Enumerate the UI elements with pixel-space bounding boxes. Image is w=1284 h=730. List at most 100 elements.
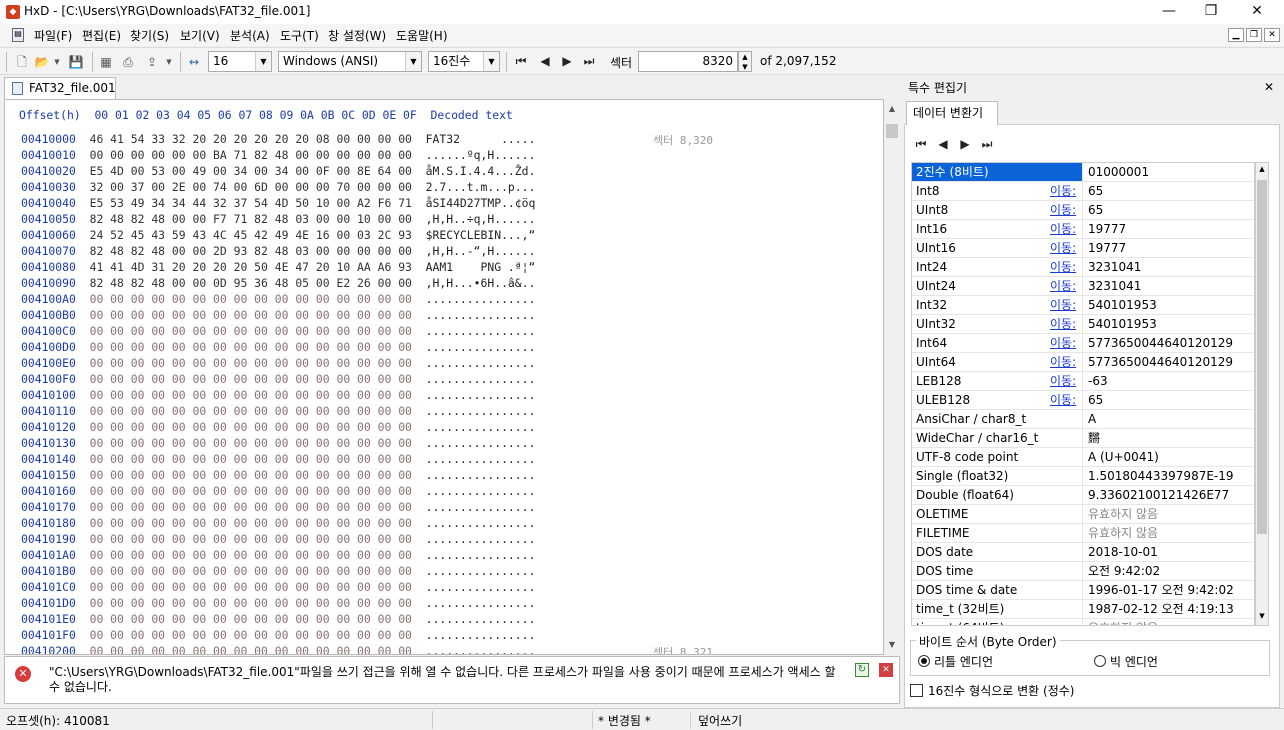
mdi-close-icon[interactable]: ✕: [1264, 28, 1280, 42]
row-decoded[interactable]: FAT32 .....: [426, 132, 536, 146]
inspector-row[interactable]: UInt8 이동: 65: [912, 201, 1254, 220]
row-bytes[interactable]: 00 00 00 00 00 00 00 00 00 00 00 00 00 0…: [90, 484, 412, 498]
inspector-scrollbar-thumb[interactable]: [1257, 180, 1267, 534]
row-decoded[interactable]: ................: [426, 292, 536, 306]
inspector-row[interactable]: UInt64 이동: 5773650044640120129: [912, 353, 1254, 372]
row-bytes[interactable]: 00 00 00 00 00 00 00 00 00 00 00 00 00 0…: [90, 500, 412, 514]
row-bytes[interactable]: 00 00 00 00 00 00 00 00 00 00 00 00 00 0…: [90, 420, 412, 434]
inspector-row[interactable]: time_t (64비트) 유효하지 않음: [912, 619, 1254, 625]
hex-row[interactable]: 004101F0 00 00 00 00 00 00 00 00 00 00 0…: [21, 628, 535, 644]
row-decoded[interactable]: ,H,H...•6H..â&..: [426, 276, 536, 290]
row-bytes[interactable]: 82 48 82 48 00 00 2D 93 82 48 03 00 00 0…: [90, 244, 412, 258]
hex-row[interactable]: 00410080 41 41 4D 31 20 20 20 20 50 4E 4…: [21, 260, 535, 276]
inspector-value[interactable]: 2018-10-01: [1088, 543, 1158, 561]
first-sector-icon[interactable]: ⏮: [514, 53, 528, 69]
menu-item-5[interactable]: 도구(T): [278, 27, 321, 44]
row-decoded[interactable]: åSI44D27TMP..¢öq: [426, 196, 536, 210]
inspector-row[interactable]: OLETIME 유효하지 않음: [912, 505, 1254, 524]
row-decoded[interactable]: ................: [426, 580, 536, 594]
number-base-select[interactable]: 16진수 ▼: [428, 51, 500, 72]
inspector-value[interactable]: 5773650044640120129: [1088, 353, 1233, 371]
row-bytes[interactable]: E5 4D 00 53 00 49 00 34 00 34 00 0F 00 8…: [90, 164, 412, 178]
inspector-value[interactable]: 540101953: [1088, 296, 1157, 314]
panel-close-icon[interactable]: ✕: [1262, 80, 1276, 94]
hex-row[interactable]: 004101B0 00 00 00 00 00 00 00 00 00 00 0…: [21, 564, 535, 580]
hex-row[interactable]: 00410120 00 00 00 00 00 00 00 00 00 00 0…: [21, 420, 535, 436]
inspector-value[interactable]: -63: [1088, 372, 1108, 390]
scroll-up-icon[interactable]: ▲: [1257, 165, 1267, 173]
inspector-row[interactable]: UTF-8 code point A (U+0041): [912, 448, 1254, 467]
row-decoded[interactable]: AAM1 PNG .ª¦“: [426, 260, 536, 274]
hex-row[interactable]: 00410140 00 00 00 00 00 00 00 00 00 00 0…: [21, 452, 535, 468]
hex-row[interactable]: 00410110 00 00 00 00 00 00 00 00 00 00 0…: [21, 404, 535, 420]
row-bytes[interactable]: 00 00 00 00 00 00 00 00 00 00 00 00 00 0…: [90, 308, 412, 322]
inspector-value[interactable]: 19777: [1088, 239, 1126, 257]
goto-link[interactable]: 이동:: [1050, 258, 1076, 276]
goto-link[interactable]: 이동:: [1050, 296, 1076, 314]
open-file-icon[interactable]: 📂: [34, 54, 50, 70]
inspector-value[interactable]: 65: [1088, 182, 1103, 200]
inspector-row[interactable]: Single (float32) 1.50180443397987E-19: [912, 467, 1254, 486]
inspector-value[interactable]: A: [1088, 410, 1096, 428]
row-decoded[interactable]: ................: [426, 548, 536, 562]
row-bytes[interactable]: 00 00 00 00 00 00 00 00 00 00 00 00 00 0…: [90, 388, 412, 402]
hex-row[interactable]: 00410150 00 00 00 00 00 00 00 00 00 00 0…: [21, 468, 535, 484]
scroll-down-icon[interactable]: ▼: [1257, 612, 1267, 620]
row-bytes[interactable]: 00 00 00 00 00 00 00 00 00 00 00 00 00 0…: [90, 548, 412, 562]
inspector-value[interactable]: 1987-02-12 오전 4:19:13: [1088, 600, 1234, 618]
row-decoded[interactable]: ................: [426, 372, 536, 386]
row-decoded[interactable]: ................: [426, 644, 536, 654]
hex-row[interactable]: 004100E0 00 00 00 00 00 00 00 00 00 00 0…: [21, 356, 535, 372]
sector-spinner[interactable]: ▲ ▼: [738, 51, 752, 72]
inspector-value[interactable]: 유효하지 않음: [1088, 505, 1158, 523]
row-decoded[interactable]: ,H,H..÷q,H......: [426, 212, 536, 226]
inspector-row[interactable]: time_t (32비트) 1987-02-12 오전 4:19:13: [912, 600, 1254, 619]
row-decoded[interactable]: ................: [426, 308, 536, 322]
goto-link[interactable]: 이동:: [1050, 201, 1076, 219]
row-bytes[interactable]: 00 00 00 00 00 00 00 00 00 00 00 00 00 0…: [90, 324, 412, 338]
inspector-value[interactable]: 19777: [1088, 220, 1126, 238]
goto-link[interactable]: 이동:: [1050, 182, 1076, 200]
hex-row[interactable]: 004100C0 00 00 00 00 00 00 00 00 00 00 0…: [21, 324, 535, 340]
restore-button[interactable]: ❐: [1188, 0, 1234, 24]
inspector-value[interactable]: 5773650044640120129: [1088, 334, 1233, 352]
row-bytes[interactable]: 00 00 00 00 00 00 00 00 00 00 00 00 00 0…: [90, 596, 412, 610]
inspector-row[interactable]: DOS time & date 1996-01-17 오전 9:42:02: [912, 581, 1254, 600]
hex-row[interactable]: 004101E0 00 00 00 00 00 00 00 00 00 00 0…: [21, 612, 535, 628]
row-bytes[interactable]: E5 53 49 34 34 44 32 37 54 4D 50 10 00 A…: [90, 196, 412, 210]
print-icon[interactable]: ⎙: [120, 54, 136, 70]
new-file-icon[interactable]: 🗋: [14, 54, 30, 70]
row-bytes[interactable]: 32 00 37 00 2E 00 74 00 6D 00 00 00 70 0…: [90, 180, 412, 194]
inspector-row[interactable]: Int24 이동: 3231041: [912, 258, 1254, 277]
row-bytes[interactable]: 00 00 00 00 00 00 00 00 00 00 00 00 00 0…: [90, 404, 412, 418]
hex-editor-pane[interactable]: Offset(h) 00 01 02 03 04 05 06 07 08 09 …: [4, 99, 884, 655]
first-icon[interactable]: ⏮: [914, 136, 928, 152]
menu-item-0[interactable]: 파일(F): [32, 27, 74, 44]
row-bytes[interactable]: 24 52 45 43 59 43 4C 45 42 49 4E 16 00 0…: [90, 228, 412, 242]
inspector-value[interactable]: A (U+0041): [1088, 448, 1159, 466]
inspector-value[interactable]: 540101953: [1088, 315, 1157, 333]
row-bytes[interactable]: 00 00 00 00 00 00 00 00 00 00 00 00 00 0…: [90, 372, 412, 386]
row-decoded[interactable]: åM.S.I.4.4...Žd.: [426, 164, 536, 178]
save-icon[interactable]: 💾: [68, 54, 84, 70]
next-sector-icon[interactable]: ▶: [560, 53, 574, 69]
row-bytes[interactable]: 00 00 00 00 00 00 00 00 00 00 00 00 00 0…: [90, 292, 412, 306]
scroll-down-icon[interactable]: ▼: [886, 640, 898, 652]
inspector-value[interactable]: 9.33602100121426E77: [1088, 486, 1229, 504]
row-bytes[interactable]: 00 00 00 00 00 00 00 00 00 00 00 00 00 0…: [90, 564, 412, 578]
little-endian-radio[interactable]: [918, 655, 930, 667]
menu-item-1[interactable]: 편집(E): [80, 27, 123, 44]
row-bytes[interactable]: 00 00 00 00 00 00 00 00 00 00 00 00 00 0…: [90, 612, 412, 626]
open-dropdown-icon[interactable]: ▼: [52, 54, 62, 70]
row-bytes[interactable]: 00 00 00 00 00 00 BA 71 82 48 00 00 00 0…: [90, 148, 412, 162]
hex-row[interactable]: 00410000 46 41 54 33 32 20 20 20 20 20 2…: [21, 132, 535, 148]
menu-item-7[interactable]: 도움말(H): [394, 27, 450, 44]
hex-row[interactable]: 004101A0 00 00 00 00 00 00 00 00 00 00 0…: [21, 548, 535, 564]
row-decoded[interactable]: ................: [426, 612, 536, 626]
inspector-value[interactable]: 1.50180443397987E-19: [1088, 467, 1234, 485]
inspector-row[interactable]: Int64 이동: 5773650044640120129: [912, 334, 1254, 353]
hex-row[interactable]: 004100D0 00 00 00 00 00 00 00 00 00 00 0…: [21, 340, 535, 356]
row-decoded[interactable]: ................: [426, 420, 536, 434]
row-decoded[interactable]: 2.7...t.m...p...: [426, 180, 536, 194]
row-bytes[interactable]: 00 00 00 00 00 00 00 00 00 00 00 00 00 0…: [90, 468, 412, 482]
